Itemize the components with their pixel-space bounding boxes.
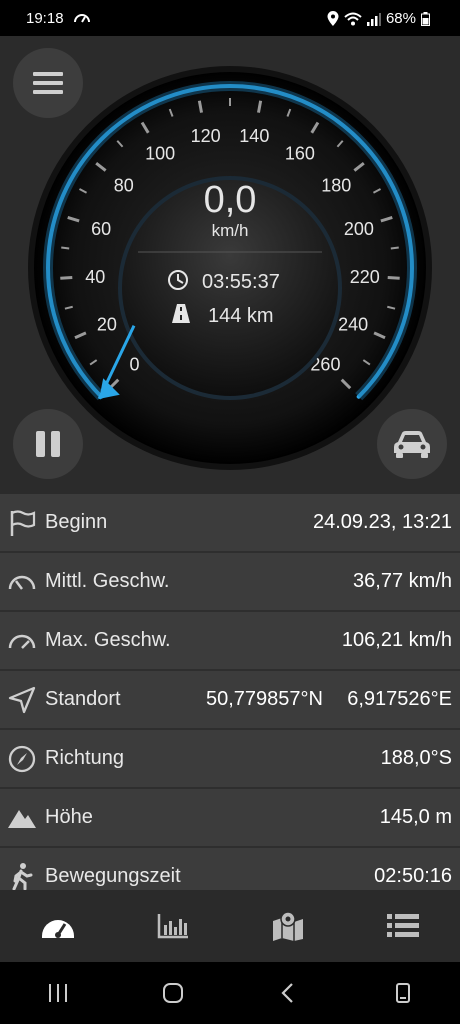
gauge-tick (61, 246, 70, 250)
row-value: 106,21 km/h (341, 629, 452, 651)
speed-value: 0,0 (204, 179, 257, 221)
recent-apps-icon[interactable] (46, 982, 70, 1004)
row-label: Standort (45, 688, 121, 710)
row-label: Richtung (45, 747, 124, 769)
row-average-speed: Mittl. Geschw. 36,77 km/h (0, 553, 460, 612)
compass-icon (2, 744, 42, 774)
hamburger-icon (33, 72, 63, 94)
gauge-tick-label: 0 (130, 354, 140, 374)
location-arrow-icon (2, 685, 42, 715)
row-value: 145,0 m (379, 806, 452, 828)
row-label: Beginn (45, 511, 108, 533)
row-value: 188,0°S (380, 747, 452, 769)
gauge-tick-label: 40 (85, 267, 105, 287)
speedometer-status-icon (74, 14, 90, 23)
row-value: 02:50:16 (374, 865, 452, 887)
system-nav-bar (0, 962, 460, 1024)
vehicle-mode-button[interactable] (377, 409, 447, 479)
back-icon[interactable] (276, 981, 300, 1005)
gauge-tick (390, 246, 399, 250)
walking-icon (2, 862, 42, 892)
speedometer-icon (41, 920, 74, 938)
gauge-tick-label: 60 (91, 219, 111, 239)
battery-icon (421, 11, 430, 26)
latitude-value: 50,779857°N (206, 688, 323, 710)
gauge-tick (387, 276, 400, 280)
battery-percent: 68% (385, 10, 416, 27)
row-label: Max. Geschw. (45, 629, 171, 651)
wifi-icon (344, 12, 362, 25)
gauge-tick-label: 20 (97, 314, 117, 334)
gauge-tick-label: 200 (344, 219, 374, 239)
gauge-tick-label: 220 (350, 267, 380, 287)
speed-unit: km/h (212, 221, 249, 240)
row-value: 24.09.23, 13:21 (312, 511, 452, 533)
trip-distance: 144 km (208, 305, 274, 327)
gauge-tick (60, 276, 73, 280)
location-status-icon (327, 11, 339, 26)
gauge-tick-label: 240 (338, 314, 368, 334)
pause-icon (36, 431, 60, 457)
flag-icon (2, 508, 42, 538)
home-icon[interactable] (161, 981, 185, 1005)
gauge-tick-label: 80 (114, 176, 134, 196)
tab-list[interactable] (345, 890, 460, 962)
row-start: Beginn 24.09.23, 13:21 (0, 494, 460, 553)
signal-icon (366, 12, 381, 26)
row-value: 36,77 km/h (353, 570, 452, 592)
elapsed-time: 03:55:37 (202, 271, 280, 293)
tab-statistics[interactable] (115, 890, 230, 962)
speedometer-icon (2, 567, 42, 597)
gauge-tick-label: 100 (145, 143, 175, 163)
gauge-tick-label: 120 (191, 126, 221, 146)
row-direction: Richtung 188,0°S (0, 730, 460, 789)
pause-button[interactable] (13, 409, 83, 479)
gauge-tick-label: 160 (285, 143, 315, 163)
tab-map[interactable] (230, 890, 345, 962)
list-icon (386, 914, 419, 937)
trip-info-list: Beginn 24.09.23, 13:21 Mittl. Geschw. 36… (0, 494, 460, 890)
gauge-tick-label: 180 (321, 176, 351, 196)
row-label: Höhe (45, 806, 93, 828)
bottom-tab-bar (0, 890, 460, 962)
longitude-value: 6,917526°E (347, 688, 452, 710)
car-icon (394, 431, 430, 458)
gauge-tick-label: 140 (239, 126, 269, 146)
chart-icon (157, 914, 188, 939)
status-bar: 19:18 68% (0, 0, 460, 36)
menu-button[interactable] (13, 48, 83, 118)
speedometer-icon (2, 626, 42, 656)
keyboard-toggle-icon[interactable] (391, 981, 415, 1005)
tab-speedometer[interactable] (0, 890, 115, 962)
status-time: 19:18 (26, 10, 64, 27)
row-max-speed: Max. Geschw. 106,21 km/h (0, 612, 460, 671)
mountain-icon (2, 803, 42, 833)
row-location: Standort 50,779857°N 6,917526°E (0, 671, 460, 730)
row-altitude: Höhe 145,0 m (0, 789, 460, 848)
row-label: Bewegungszeit (45, 865, 181, 887)
row-label: Mittl. Geschw. (45, 570, 170, 592)
gauge-tick (257, 100, 263, 113)
speedometer-panel: 0 20 40 60 80 100 120 140 160 180 200 220 240 260 0,0… (0, 36, 460, 496)
map-icon (272, 911, 303, 941)
gauge-tick (197, 100, 203, 113)
